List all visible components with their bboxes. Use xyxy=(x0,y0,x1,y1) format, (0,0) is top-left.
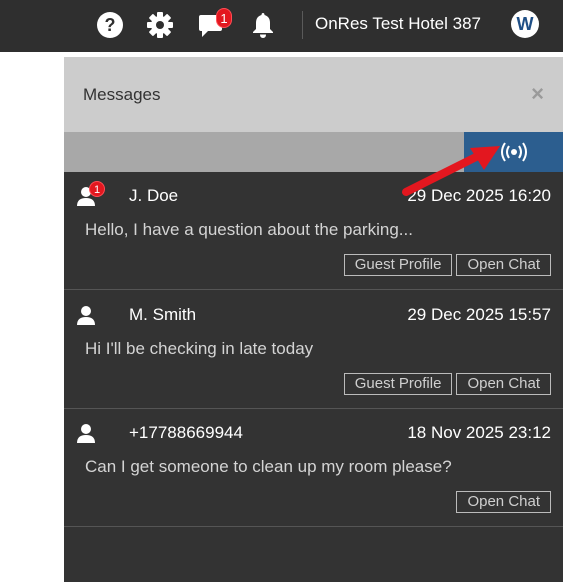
user-icon xyxy=(77,424,95,443)
hotel-name[interactable]: OnRes Test Hotel 387 xyxy=(315,14,481,34)
message-time: 29 Dec 2025 16:20 xyxy=(407,186,551,205)
message-preview: Hello, I have a question about the parki… xyxy=(85,220,413,239)
message-actions: Guest Profile Open Chat xyxy=(343,254,551,276)
messages-button[interactable]: 1 xyxy=(196,8,232,40)
notifications-button[interactable] xyxy=(248,10,278,40)
user-avatar[interactable]: W xyxy=(511,10,539,38)
panel-title: Messages xyxy=(83,85,161,104)
message-item[interactable]: 1 J. Doe 29 Dec 2025 16:20 Hello, I have… xyxy=(64,172,563,290)
settings-button[interactable] xyxy=(145,10,175,40)
open-chat-button[interactable]: Open Chat xyxy=(456,254,551,276)
help-button[interactable]: ? xyxy=(95,10,125,40)
guest-profile-button[interactable]: Guest Profile xyxy=(343,254,453,276)
message-actions: Guest Profile Open Chat xyxy=(343,373,551,395)
messages-toolbar xyxy=(64,132,563,172)
question-circle-icon: ? xyxy=(97,12,123,38)
broadcast-icon xyxy=(500,142,527,162)
message-item[interactable]: M. Smith 29 Dec 2025 15:57 Hi I'll be ch… xyxy=(64,291,563,409)
guest-profile-button[interactable]: Guest Profile xyxy=(343,373,453,395)
sender-name: +17788669944 xyxy=(129,423,243,442)
user-icon xyxy=(77,306,95,325)
unread-badge: 1 xyxy=(89,181,105,197)
svg-text:?: ? xyxy=(105,15,116,35)
message-preview: Can I get someone to clean up my room pl… xyxy=(85,457,452,476)
message-preview: Hi I'll be checking in late today xyxy=(85,339,314,358)
sender-name: M. Smith xyxy=(129,305,197,324)
top-navigation-bar: ? 1 OnRes Test Hotel 387 W xyxy=(0,0,563,52)
open-chat-button[interactable]: Open Chat xyxy=(456,373,551,395)
gear-icon xyxy=(147,12,173,38)
message-time: 29 Dec 2025 15:57 xyxy=(407,305,551,324)
bell-icon xyxy=(253,13,273,38)
message-actions: Open Chat xyxy=(456,491,551,513)
topbar-divider xyxy=(302,11,303,39)
messages-badge: 1 xyxy=(216,8,232,28)
close-button[interactable]: × xyxy=(531,83,544,105)
open-chat-button[interactable]: Open Chat xyxy=(456,491,551,513)
live-broadcast-button[interactable] xyxy=(464,132,563,172)
messages-panel: Messages × 1 J. Doe 29 Dec 2025 16:20 He… xyxy=(64,57,563,582)
message-item[interactable]: +17788669944 18 Nov 2025 23:12 Can I get… xyxy=(64,409,563,527)
sender-name: J. Doe xyxy=(129,186,179,205)
messages-panel-header: Messages × xyxy=(64,57,563,132)
message-time: 18 Nov 2025 23:12 xyxy=(407,423,551,442)
